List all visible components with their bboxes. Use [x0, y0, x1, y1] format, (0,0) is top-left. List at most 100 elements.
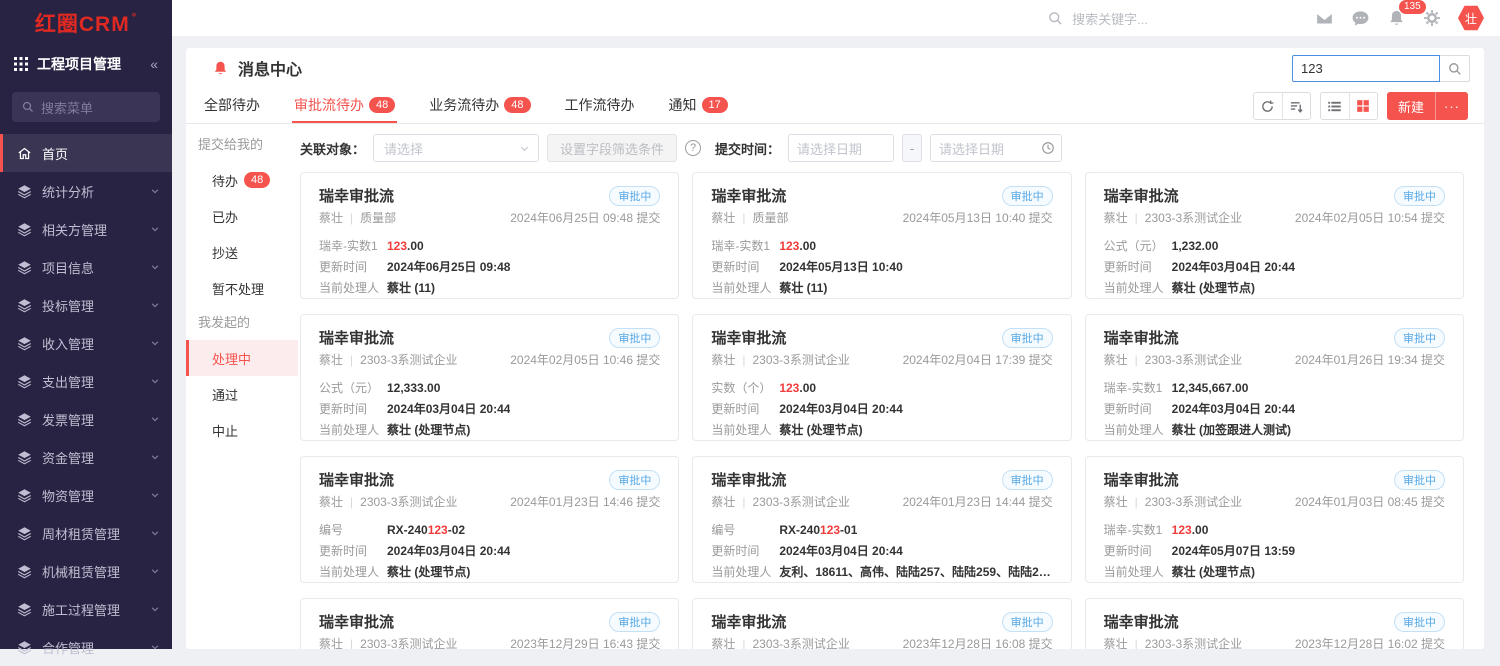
tab[interactable]: 审批流待办 48: [292, 88, 397, 123]
approval-card[interactable]: 瑞幸审批流 审批中 蔡壮 | 2303-3系测试企业 2024年02月04日 1…: [692, 314, 1071, 441]
sidebar-item[interactable]: 收入管理: [0, 324, 172, 362]
sidebar-item[interactable]: 项目信息: [0, 248, 172, 286]
approval-card[interactable]: 瑞幸审批流 审批中 蔡壮 | 2303-3系测试企业 2023年12月29日 1…: [300, 598, 679, 649]
approval-card[interactable]: 瑞幸审批流 审批中 蔡壮 | 2303-3系测试企业 2024年01月26日 1…: [1085, 314, 1464, 441]
field-row: 瑞幸-实数1 123.00: [711, 236, 1052, 257]
sidebar-item[interactable]: 统计分析: [0, 172, 172, 210]
card-fields: 瑞幸-实数1 12,345,667.00 更新时间 2024年03月04日 20…: [1104, 378, 1445, 441]
field-value-highlight: 123: [820, 523, 840, 537]
help-icon[interactable]: ?: [685, 140, 701, 156]
approval-card[interactable]: 瑞幸审批流 审批中 蔡壮 | 2303-3系测试企业 2024年02月05日 1…: [1085, 172, 1464, 299]
sidebar-item[interactable]: 周材租赁管理: [0, 514, 172, 552]
refresh-button[interactable]: [1254, 93, 1282, 119]
sidebar-item[interactable]: 投标管理: [0, 286, 172, 324]
record-search-button[interactable]: [1440, 55, 1470, 82]
field-value-pre: 2024年03月04日 20:44: [1172, 402, 1295, 416]
sidebar: 红圈CRM° 工程项目管理 « 搜索菜单 首页 统计: [0, 0, 172, 649]
app-grid-icon[interactable]: [14, 57, 28, 71]
field-value: 2024年03月04日 20:44: [1172, 257, 1295, 278]
bell-icon[interactable]: 135: [1387, 9, 1406, 28]
tab[interactable]: 通知 17: [667, 88, 730, 123]
user-avatar[interactable]: 壮: [1458, 5, 1484, 31]
field-row: 编号 RX-240123-01: [711, 520, 1052, 541]
subnav-item[interactable]: 中止: [186, 412, 298, 448]
card-title: 瑞幸审批流: [1104, 469, 1179, 490]
chat-icon[interactable]: [1351, 9, 1370, 28]
tab[interactable]: 业务流待办 48: [427, 88, 532, 123]
field-value: 2024年06月25日 09:48: [387, 257, 510, 278]
subnav-item[interactable]: 待办 48: [186, 162, 298, 198]
card-submitter: 蔡壮: [711, 351, 735, 368]
tab[interactable]: 工作流待办: [563, 88, 637, 123]
sidebar-item[interactable]: 发票管理: [0, 400, 172, 438]
tab-label: 业务流待办: [429, 95, 499, 115]
layers-icon: [17, 260, 32, 275]
field-value-pre: 2024年05月13日 10:40: [779, 260, 902, 274]
create-more-button[interactable]: ···: [1435, 92, 1468, 120]
field-value-pre: 蔡壮 (处理节点): [779, 423, 862, 437]
approval-card[interactable]: 瑞幸审批流 审批中 蔡壮 | 2303-3系测试企业 2024年01月23日 1…: [300, 456, 679, 583]
chevron-down-icon: [150, 414, 160, 424]
sidebar-item[interactable]: 合作管理: [0, 628, 172, 666]
chevron-down-icon: [150, 452, 160, 462]
search-icon: [22, 101, 34, 113]
sidebar-item[interactable]: 相关方管理: [0, 210, 172, 248]
field-label: 当前处理人: [711, 420, 779, 441]
approval-card[interactable]: 瑞幸审批流 审批中 蔡壮 | 2303-3系测试企业 2024年01月03日 0…: [1085, 456, 1464, 583]
approval-card[interactable]: 瑞幸审批流 审批中 蔡壮 | 2303-3系测试企业 2024年02月05日 1…: [300, 314, 679, 441]
field-filter-button[interactable]: 设置字段筛选条件: [547, 134, 677, 162]
field-row: 瑞幸-实数1 12,345,667.00: [1104, 378, 1445, 399]
related-object-select[interactable]: 请选择: [373, 134, 539, 162]
card-submit-time: 2024年02月04日 17:39 提交: [903, 351, 1053, 368]
field-row: 更新时间 2024年06月25日 09:48: [319, 257, 660, 278]
card-title-row: 瑞幸审批流 审批中: [319, 611, 660, 632]
card-meta-row: 蔡壮 | 质量部 2024年05月13日 10:40 提交: [711, 209, 1052, 226]
record-search-input[interactable]: [1292, 55, 1440, 82]
subnav-item[interactable]: 处理中: [186, 340, 298, 376]
sort-button[interactable]: [1282, 93, 1310, 119]
field-row: 更新时间 2024年03月04日 20:44: [711, 399, 1052, 420]
list-view-button[interactable]: [1321, 93, 1349, 119]
status-badge: 审批中: [1002, 470, 1053, 490]
global-search-input[interactable]: 搜索关键字...: [1048, 9, 1148, 28]
grid-view-button[interactable]: [1349, 93, 1377, 119]
card-meta-row: 蔡壮 | 2303-3系测试企业 2024年01月23日 14:44 提交: [711, 493, 1052, 510]
approval-card[interactable]: 瑞幸审批流 审批中 蔡壮 | 2303-3系测试企业 2023年12月28日 1…: [1085, 598, 1464, 649]
card-sub: 蔡壮 | 2303-3系测试企业: [319, 493, 458, 510]
approval-card[interactable]: 瑞幸审批流 审批中 蔡壮 | 质量部 2024年06月25日 09:48 提交: [300, 172, 679, 299]
sidebar-item-home[interactable]: 首页: [0, 134, 172, 172]
field-value-pre: 蔡壮 (加签跟进人测试): [1172, 423, 1291, 437]
sidebar-item[interactable]: 机械租赁管理: [0, 552, 172, 590]
sidebar-menu-search-input[interactable]: 搜索菜单: [12, 92, 160, 122]
sidebar-item[interactable]: 施工过程管理: [0, 590, 172, 628]
field-value: 2024年03月04日 20:44: [387, 541, 510, 562]
mail-icon[interactable]: [1315, 9, 1334, 28]
create-button[interactable]: 新建: [1387, 92, 1435, 120]
approval-card[interactable]: 瑞幸审批流 审批中 蔡壮 | 2303-3系测试企业 2024年01月23日 1…: [692, 456, 1071, 583]
field-value: 123.00: [779, 378, 816, 399]
notification-bell-icon: [212, 60, 229, 77]
subnav-item[interactable]: 通过: [186, 376, 298, 412]
subnav-item[interactable]: 已办: [186, 198, 298, 234]
gear-icon[interactable]: [1423, 9, 1441, 27]
subnav-item-label: 处理中: [212, 349, 251, 368]
sidebar-item[interactable]: 支出管理: [0, 362, 172, 400]
subnav-item[interactable]: 抄送: [186, 234, 298, 270]
field-value-post: .00: [799, 239, 816, 253]
sidebar-item[interactable]: 物资管理: [0, 476, 172, 514]
subnav-item[interactable]: 暂不处理: [186, 270, 298, 306]
field-row: 当前处理人 蔡壮 (处理节点): [1104, 562, 1445, 583]
subnav-item-label: 待办: [212, 171, 238, 190]
approval-card[interactable]: 瑞幸审批流 审批中 蔡壮 | 2303-3系测试企业 2023年12月28日 1…: [692, 598, 1071, 649]
sidebar-item[interactable]: 资金管理: [0, 438, 172, 476]
sidebar-collapse-button[interactable]: «: [150, 56, 158, 72]
card-submit-time: 2023年12月29日 16:43 提交: [510, 635, 660, 649]
approval-card[interactable]: 瑞幸审批流 审批中 蔡壮 | 质量部 2024年05月13日 10:40 提交: [692, 172, 1071, 299]
divider: |: [350, 211, 353, 225]
tab[interactable]: 全部待办: [202, 88, 262, 123]
date-end-input[interactable]: 请选择日期: [930, 134, 1062, 162]
status-badge: 审批中: [609, 470, 660, 490]
field-label: 更新时间: [711, 541, 779, 562]
card-submitter: 蔡壮: [711, 209, 735, 226]
date-start-input[interactable]: 请选择日期: [788, 134, 894, 162]
